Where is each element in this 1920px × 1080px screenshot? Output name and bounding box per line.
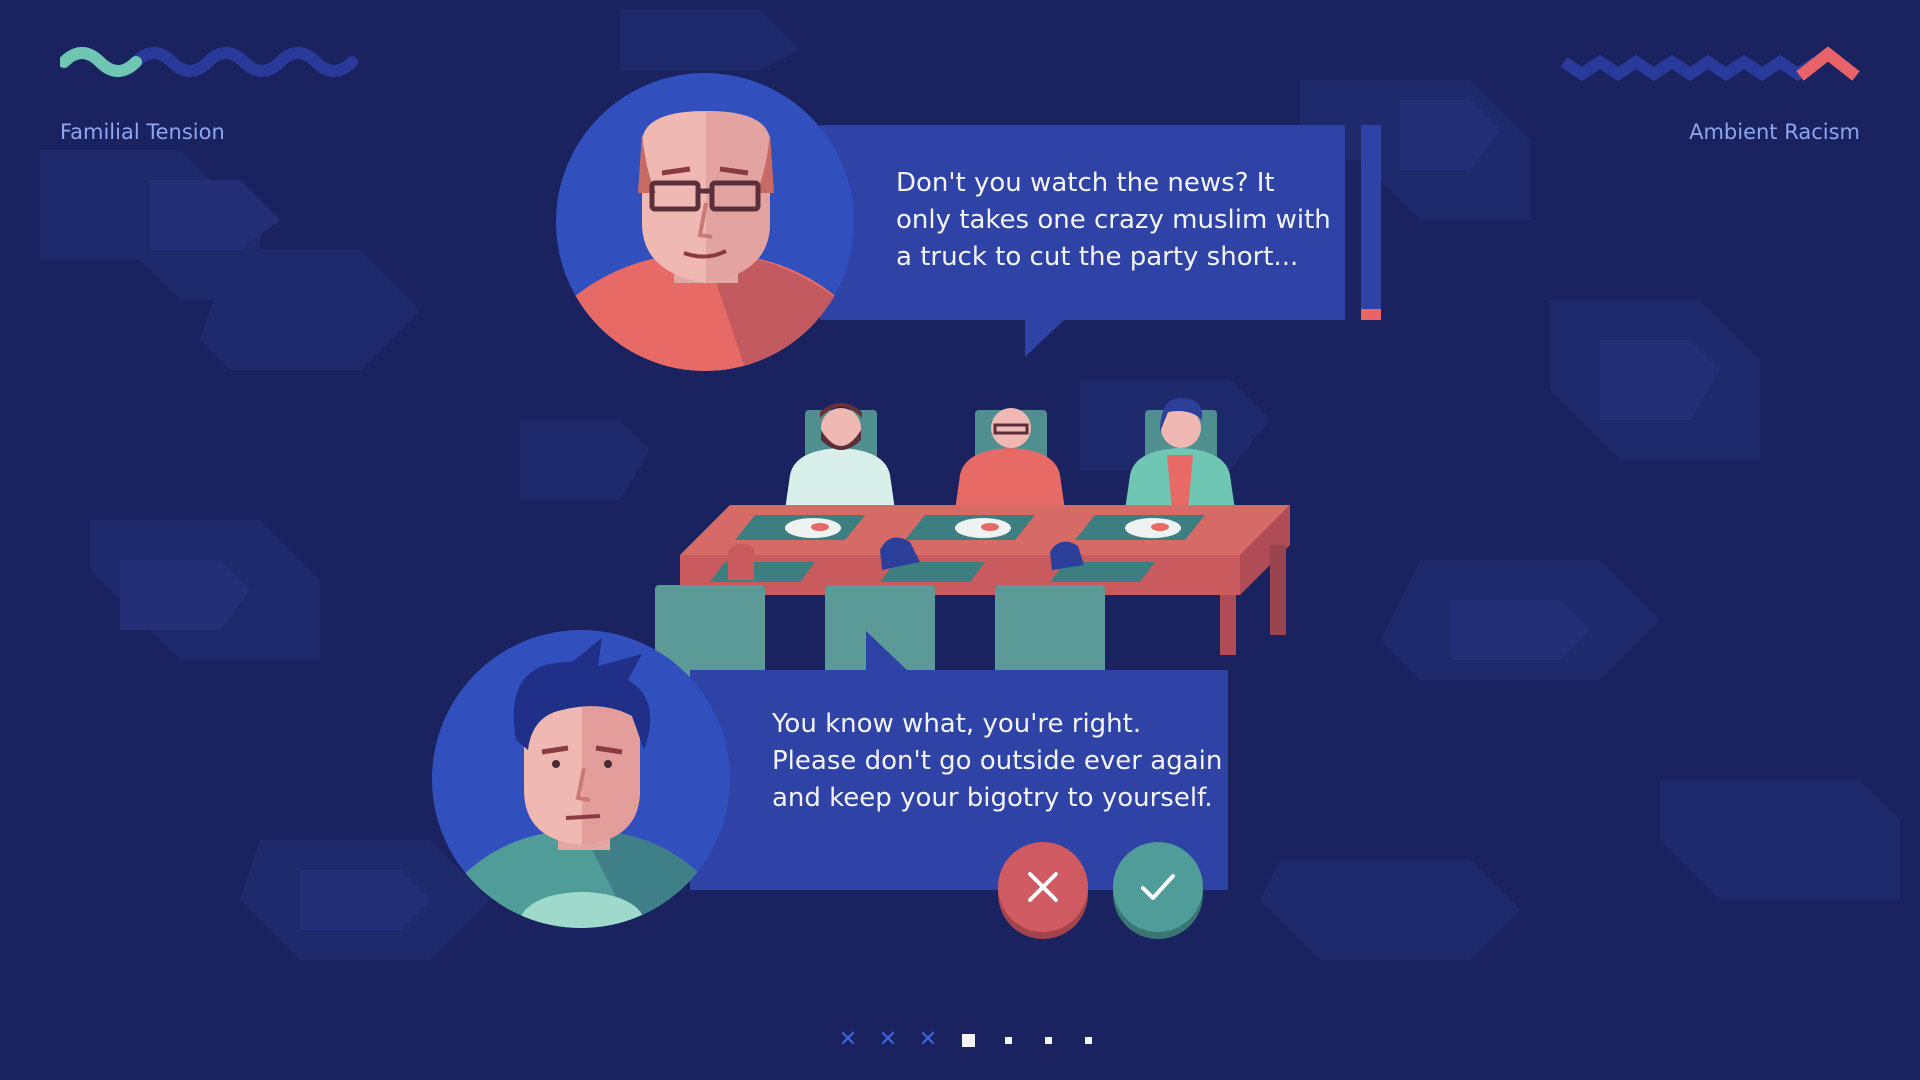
progress-step-done: ✕	[868, 1028, 908, 1052]
player-line: Please don't go outside ever again	[772, 746, 1223, 776]
close-icon: ✕	[918, 1027, 938, 1052]
player-line: and keep your bigotry to yourself.	[772, 783, 1213, 813]
npc-line: a truck to cut the party short...	[896, 242, 1299, 272]
reject-button[interactable]	[998, 842, 1088, 932]
npc-line: Don't you watch the news? It	[896, 168, 1275, 198]
response-timer-fill	[1361, 309, 1381, 320]
progress-step-pending	[1068, 1028, 1108, 1052]
progress-step-pending	[1028, 1028, 1068, 1052]
close-icon: ✕	[838, 1027, 858, 1052]
player-avatar	[432, 630, 730, 928]
close-icon	[1028, 872, 1058, 902]
familial-tension-meter	[60, 47, 358, 77]
accept-button[interactable]	[1113, 842, 1203, 932]
uncle-avatar	[556, 73, 854, 371]
close-icon: ✕	[878, 1027, 898, 1052]
response-timer-track	[1361, 125, 1381, 320]
progress-step-done: ✕	[828, 1028, 868, 1052]
dialogue-progress: ✕ ✕ ✕	[828, 1028, 1108, 1052]
check-icon	[1141, 874, 1175, 900]
progress-step-done: ✕	[908, 1028, 948, 1052]
progress-step-current	[948, 1028, 988, 1052]
progress-step-pending	[988, 1028, 1028, 1052]
familial-tension-label: Familial Tension	[60, 120, 225, 144]
npc-bubble-tail	[1025, 319, 1065, 357]
family-dinner-table-illustration	[655, 398, 1290, 690]
ambient-racism-label: Ambient Racism	[1689, 120, 1860, 144]
meter-fill	[60, 47, 142, 77]
npc-speech-bubble: Don't you watch the news? It only takes …	[820, 125, 1345, 320]
ambient-racism-meter	[1560, 46, 1860, 82]
player-line: You know what, you're right.	[772, 709, 1142, 739]
player-bubble-tail	[866, 631, 908, 671]
npc-line: only takes one crazy muslim with	[896, 205, 1331, 235]
meter-fill	[1796, 46, 1860, 81]
meter-track	[1560, 54, 1820, 82]
